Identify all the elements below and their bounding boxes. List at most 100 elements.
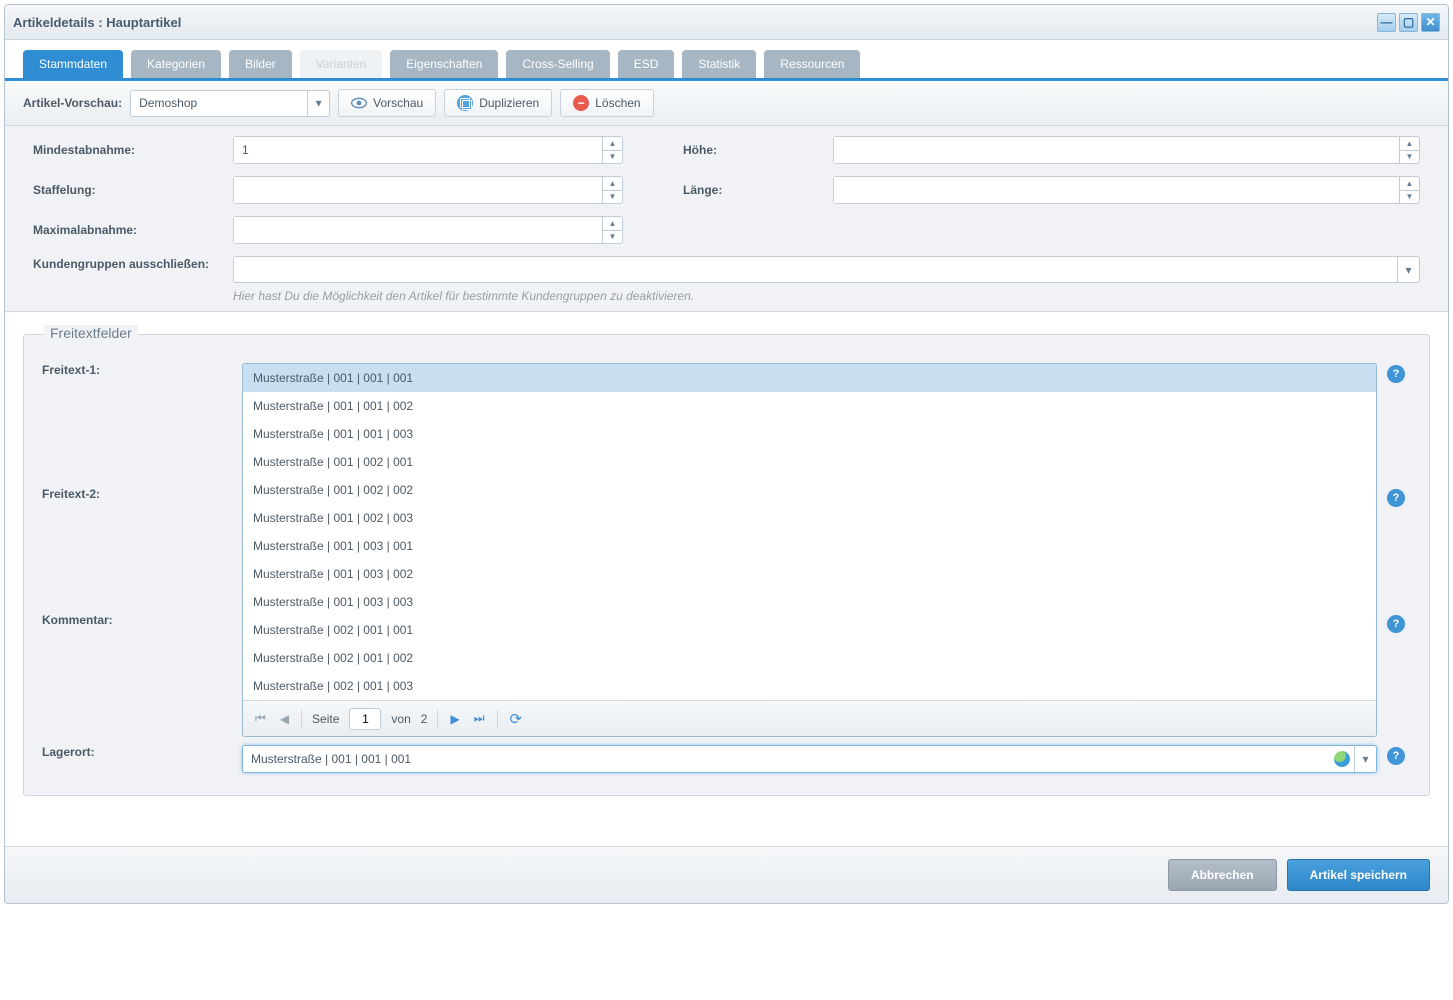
tab-eigenschaften[interactable]: Eigenschaften bbox=[390, 50, 498, 78]
first-page-icon[interactable]: ⏮ bbox=[253, 711, 268, 726]
min-label: Mindestabnahme: bbox=[33, 143, 233, 157]
spin-down-icon[interactable]: ▼ bbox=[603, 190, 622, 204]
spin-down-icon[interactable]: ▼ bbox=[603, 230, 622, 244]
globe-icon bbox=[1334, 751, 1350, 767]
lagerort-dropdown[interactable]: Musterstraße | 001 | 001 | 001Musterstra… bbox=[242, 363, 1377, 737]
lagerort-combo[interactable]: ▾ bbox=[242, 745, 1377, 773]
toolbar: Artikel-Vorschau: ▾ Vorschau Duplizieren… bbox=[5, 81, 1448, 126]
shop-combo[interactable]: ▾ bbox=[130, 90, 330, 117]
cancel-button[interactable]: Abbrechen bbox=[1168, 859, 1277, 891]
max-label: Maximalabnahme: bbox=[33, 223, 233, 237]
tab-bar: Stammdaten Kategorien Bilder Varianten Eigen… bbox=[5, 40, 1448, 81]
max-input[interactable] bbox=[234, 217, 602, 243]
duplicate-icon bbox=[457, 95, 473, 111]
dropdown-option[interactable]: Musterstraße | 001 | 001 | 003 bbox=[243, 420, 1376, 448]
pager: ⏮ ◀ Seite von 2 ▶ ⏭ ⟳ bbox=[243, 700, 1376, 736]
spin-up-icon[interactable]: ▲ bbox=[1400, 177, 1419, 190]
close-button[interactable]: ✕ bbox=[1421, 13, 1440, 32]
tab-stammdaten[interactable]: Stammdaten bbox=[23, 50, 123, 78]
exclude-combo[interactable]: ▾ bbox=[233, 256, 1420, 283]
dropdown-option[interactable]: Musterstraße | 001 | 002 | 002 bbox=[243, 476, 1376, 504]
step-input[interactable] bbox=[234, 177, 602, 203]
spin-up-icon[interactable]: ▲ bbox=[603, 217, 622, 230]
dropdown-option[interactable]: Musterstraße | 002 | 001 | 002 bbox=[243, 644, 1376, 672]
chevron-down-icon[interactable]: ▾ bbox=[307, 91, 329, 116]
maximize-button[interactable]: ▢ bbox=[1399, 13, 1418, 32]
lagerort-label: Lagerort: bbox=[42, 745, 242, 759]
dropdown-option[interactable]: Musterstraße | 001 | 002 | 003 bbox=[243, 504, 1376, 532]
exclude-hint: Hier hast Du die Möglichkeit den Artikel… bbox=[233, 289, 1420, 303]
tab-cross-selling[interactable]: Cross-Selling bbox=[506, 50, 609, 78]
titlebar: Artikeldetails : Hauptartikel — ▢ ✕ bbox=[5, 5, 1448, 40]
spin-up-icon[interactable]: ▲ bbox=[603, 177, 622, 190]
length-input[interactable] bbox=[834, 177, 1399, 203]
save-button[interactable]: Artikel speichern bbox=[1287, 859, 1430, 891]
lagerort-input[interactable] bbox=[243, 752, 1334, 766]
dropdown-option[interactable]: Musterstraße | 001 | 003 | 002 bbox=[243, 560, 1376, 588]
exclude-label: Kundengruppen ausschließen: bbox=[33, 256, 233, 273]
delete-icon: − bbox=[573, 95, 589, 111]
tab-esd[interactable]: ESD bbox=[618, 50, 675, 78]
max-spinner[interactable]: ▲▼ bbox=[233, 216, 623, 244]
tab-varianten: Varianten bbox=[300, 50, 382, 78]
page-total: 2 bbox=[421, 712, 428, 726]
tab-statistik[interactable]: Statistik bbox=[682, 50, 756, 78]
window-controls: — ▢ ✕ bbox=[1377, 13, 1440, 32]
minimize-button[interactable]: — bbox=[1377, 13, 1396, 32]
tab-kategorien[interactable]: Kategorien bbox=[131, 50, 221, 78]
refresh-icon[interactable]: ⟳ bbox=[508, 710, 525, 728]
freitext-fieldset: Freitextfelder Freitext-1: Musterstraße … bbox=[23, 334, 1430, 796]
delete-button[interactable]: − Löschen bbox=[560, 89, 653, 117]
height-input[interactable] bbox=[834, 137, 1399, 163]
exclude-input[interactable] bbox=[234, 257, 1397, 282]
page-input[interactable] bbox=[349, 708, 381, 730]
spin-down-icon[interactable]: ▼ bbox=[603, 150, 622, 164]
step-spinner[interactable]: ▲▼ bbox=[233, 176, 623, 204]
min-input[interactable] bbox=[234, 137, 602, 163]
help-icon[interactable]: ? bbox=[1387, 365, 1405, 383]
dropdown-option[interactable]: Musterstraße | 001 | 002 | 001 bbox=[243, 448, 1376, 476]
last-page-icon[interactable]: ⏭ bbox=[472, 711, 487, 726]
form-area: Mindestabnahme: ▲▼ Höhe: ▲▼ Staffelung: … bbox=[5, 126, 1448, 312]
spin-up-icon[interactable]: ▲ bbox=[603, 137, 622, 150]
chevron-down-icon[interactable]: ▾ bbox=[1397, 257, 1419, 282]
length-label: Länge: bbox=[683, 183, 833, 197]
delete-button-label: Löschen bbox=[595, 96, 640, 110]
help-icon[interactable]: ? bbox=[1387, 489, 1405, 507]
help-icon[interactable]: ? bbox=[1387, 747, 1405, 765]
step-label: Staffelung: bbox=[33, 183, 233, 197]
page-word: Seite bbox=[312, 712, 339, 726]
length-spinner[interactable]: ▲▼ bbox=[833, 176, 1420, 204]
duplicate-button-label: Duplizieren bbox=[479, 96, 539, 110]
dropdown-option[interactable]: Musterstraße | 001 | 003 | 003 bbox=[243, 588, 1376, 616]
dropdown-option[interactable]: Musterstraße | 001 | 003 | 001 bbox=[243, 532, 1376, 560]
prev-page-icon[interactable]: ◀ bbox=[278, 712, 291, 726]
height-spinner[interactable]: ▲▼ bbox=[833, 136, 1420, 164]
dropdown-option[interactable]: Musterstraße | 002 | 001 | 001 bbox=[243, 616, 1376, 644]
dropdown-option[interactable]: Musterstraße | 001 | 001 | 002 bbox=[243, 392, 1376, 420]
spin-down-icon[interactable]: ▼ bbox=[1400, 150, 1419, 164]
height-label: Höhe: bbox=[683, 143, 833, 157]
preview-label: Artikel-Vorschau: bbox=[23, 96, 122, 110]
eye-icon bbox=[351, 95, 367, 111]
tab-bilder[interactable]: Bilder bbox=[229, 50, 292, 78]
chevron-down-icon[interactable]: ▾ bbox=[1354, 746, 1376, 772]
help-icon[interactable]: ? bbox=[1387, 615, 1405, 633]
dropdown-option[interactable]: Musterstraße | 002 | 001 | 003 bbox=[243, 672, 1376, 700]
freitext1-label: Freitext-1: bbox=[42, 363, 242, 377]
dropdown-option[interactable]: Musterstraße | 001 | 001 | 001 bbox=[243, 364, 1376, 392]
next-page-icon[interactable]: ▶ bbox=[448, 712, 461, 726]
duplicate-button[interactable]: Duplizieren bbox=[444, 89, 552, 117]
fieldset-legend: Freitextfelder bbox=[44, 325, 138, 341]
tab-ressourcen[interactable]: Ressourcen bbox=[764, 50, 860, 78]
preview-button[interactable]: Vorschau bbox=[338, 89, 436, 117]
window: Artikeldetails : Hauptartikel — ▢ ✕ Stam… bbox=[4, 4, 1449, 904]
spin-up-icon[interactable]: ▲ bbox=[1400, 137, 1419, 150]
shop-combo-input[interactable] bbox=[131, 91, 307, 116]
footer: Abbrechen Artikel speichern bbox=[5, 846, 1448, 903]
spin-down-icon[interactable]: ▼ bbox=[1400, 190, 1419, 204]
window-title: Artikeldetails : Hauptartikel bbox=[13, 15, 181, 30]
of-word: von bbox=[391, 712, 410, 726]
min-spinner[interactable]: ▲▼ bbox=[233, 136, 623, 164]
preview-button-label: Vorschau bbox=[373, 96, 423, 110]
